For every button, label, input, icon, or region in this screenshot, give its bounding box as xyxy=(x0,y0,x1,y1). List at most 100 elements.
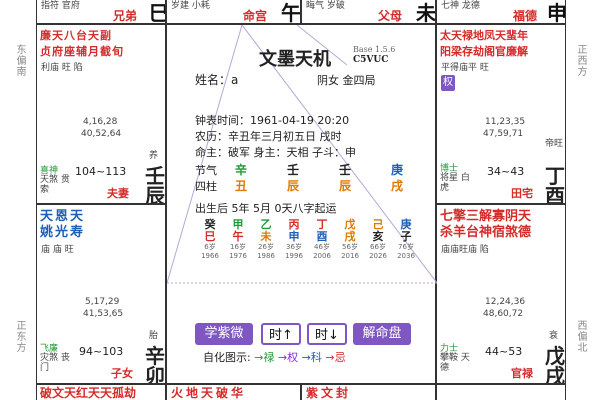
palace-top-3-stars: 晦气 岁破 xyxy=(306,1,345,11)
palace-chen-name: 夫妻 xyxy=(107,187,129,200)
palace-top-1-zhi: 巳 xyxy=(149,3,165,23)
app-version: Base 1.5.6 xyxy=(353,45,396,54)
palace-you-stars-row1: 太天禄地凤天蜚年 xyxy=(440,29,528,42)
palace-you-phase: 帝旺 xyxy=(545,139,564,149)
palace-xu-zhi: 戌 xyxy=(545,364,565,384)
palace-you-ages-1: 11,23,35 xyxy=(485,117,526,127)
dayun-zhi: 戌 xyxy=(344,230,356,243)
palace-chen-zhi: 辰 xyxy=(145,184,165,204)
dayun-col[interactable]: 丁 酉 46岁 2006 xyxy=(307,219,337,261)
palace-mao-name: 子女 xyxy=(111,367,133,380)
pillar-month-stem: 壬 xyxy=(287,163,300,177)
palace-mao-extras: 灾煞 丧门 xyxy=(40,353,70,373)
palace-top-1[interactable]: 指符 官府 兄弟 巳 xyxy=(36,0,166,24)
dayun-col[interactable]: 戊 戌 56岁 2016 xyxy=(335,219,365,261)
dayun-age: 36岁 xyxy=(286,243,302,251)
hour-up-button[interactable]: 时↑ xyxy=(261,323,301,345)
pillar-day-branch: 辰 xyxy=(339,179,352,193)
palace-top-2-zhi: 午 xyxy=(281,1,301,24)
legend-lu: →禄 xyxy=(254,351,275,364)
dayun-zhi: 未 xyxy=(260,230,272,243)
palace-top-1-name: 兄弟 xyxy=(113,9,138,23)
palace-you-sihua-badge: 权 xyxy=(441,75,455,91)
palace-top-3-name: 父母 xyxy=(378,9,403,23)
palace-mao-brightness: 庙 庙 旺 xyxy=(41,245,74,255)
dayun-zhi: 子 xyxy=(400,230,412,243)
dayun-age: 66岁 xyxy=(370,243,386,251)
palace-mao[interactable]: 天恩天 姚光寿 庙 庙 旺 5,17,29 41,53,65 飞廉 灾煞 丧门 … xyxy=(36,204,166,384)
palace-top-3[interactable]: 晦气 岁破 父母 未 xyxy=(301,0,436,24)
palace-mao-stars-row2: 姚光寿 xyxy=(40,225,86,240)
legend-ji: →忌 xyxy=(325,351,346,364)
palace-bottom-3[interactable]: 紫文封 xyxy=(301,384,436,400)
palace-mao-stars-row1: 天恩天 xyxy=(40,209,86,224)
palace-chen-ages-1: 4,16,28 xyxy=(83,117,118,127)
pillar-hour-stem: 庚 xyxy=(391,163,404,177)
palace-top-2-stars: 岁建 小耗 xyxy=(171,1,210,11)
dayun-col[interactable]: 己 亥 66岁 2026 xyxy=(363,219,393,261)
dayun-age: 46岁 xyxy=(314,243,330,251)
palace-xu-stars-row2: 杀羊台神宿煞德 xyxy=(440,225,532,240)
self-transform-legend: 自化图示: →禄 →权 →科 →忌 xyxy=(203,351,346,365)
pillar-month-branch: 辰 xyxy=(287,179,300,193)
dayun-col[interactable]: 丙 申 36岁 1996 xyxy=(279,219,309,261)
palace-xu-stars-row1: 七擎三解寡阴天 xyxy=(440,209,532,224)
palace-top-1-stars: 指符 官府 xyxy=(41,1,80,11)
palace-you[interactable]: 太天禄地凤天蜚年 阳梁存劫阁官廉解 平得庙平 旺 权 11,23,35 47,5… xyxy=(436,24,566,204)
dayun-zhi: 酉 xyxy=(316,230,328,243)
sizhu-label: 四柱 xyxy=(195,180,217,193)
legend-label: 自化图示: xyxy=(203,351,251,364)
dayun-year: 2016 xyxy=(341,252,359,260)
palace-top-2[interactable]: 岁建 小耗 命宫 午 xyxy=(166,0,301,24)
palace-top-4-name: 福德 xyxy=(513,9,538,23)
palace-mao-ages-1: 5,17,29 xyxy=(85,297,120,307)
palace-xu-name: 官禄 xyxy=(511,367,533,380)
palace-you-name: 田宅 xyxy=(511,187,533,200)
palace-chen-range: 104~113 xyxy=(75,165,127,178)
dayun-zhi: 亥 xyxy=(372,230,384,243)
palace-mao-range: 94~103 xyxy=(79,345,124,358)
learn-ziwei-button[interactable]: 学紫微 xyxy=(195,323,253,345)
palace-bottom-1[interactable]: 破文天红天天孤劫 xyxy=(36,384,166,400)
direction-left-bottom: 正东方 xyxy=(14,320,25,353)
palace-you-brightness: 平得庙平 旺 xyxy=(441,63,489,73)
palace-top-4-stars: 七神 龙德 xyxy=(441,1,480,11)
hour-down-button[interactable]: 时↓ xyxy=(307,323,347,345)
palace-xu[interactable]: 七擎三解寡阴天 杀羊台神宿煞德 庙庙旺庙 陷 12,24,36 48,60,72… xyxy=(436,204,566,384)
palace-top-4[interactable]: 七神 龙德 福德 申 xyxy=(436,0,566,24)
dayun-col[interactable]: 甲 午 16岁 1976 xyxy=(223,219,253,261)
dayun-col[interactable]: 癸 巳 6岁 1966 xyxy=(195,219,225,261)
palace-chen-stars-row2: 贞府座辅月截旬 xyxy=(40,45,124,58)
pillar-year-stem: 辛 xyxy=(235,163,248,177)
app-title: 文墨天机 xyxy=(259,49,331,70)
dayun-year: 1996 xyxy=(285,252,303,260)
palace-you-range: 34~43 xyxy=(487,165,525,178)
gender-wuxing: 阴女 金四局 xyxy=(317,74,376,87)
interpret-chart-button[interactable]: 解命盘 xyxy=(353,323,411,345)
direction-right-bottom: 西偏北 xyxy=(575,320,586,353)
qiyun-text: 出生后 5年 5月 0天八字起运 xyxy=(195,202,337,215)
name-field: 姓名：a xyxy=(195,73,239,87)
palace-chen-brightness: 利庙 旺 陷 xyxy=(41,63,83,73)
palace-bottom-4[interactable] xyxy=(436,384,566,400)
dayun-zhi: 申 xyxy=(288,230,300,243)
ming-zhu: 命主：破军 身主：天相 子斗：申 xyxy=(195,146,356,159)
dayun-year: 1976 xyxy=(229,252,247,260)
dayun-year: 1986 xyxy=(257,252,275,260)
palace-top-3-zhi: 未 xyxy=(416,1,436,24)
dayun-zhi: 午 xyxy=(232,230,244,243)
palace-bottom-2-stars: 火地天破华 xyxy=(171,386,247,400)
palace-xu-extras: 攀鞍 天德 xyxy=(440,353,470,373)
dayun-col[interactable]: 乙 未 26岁 1986 xyxy=(251,219,281,261)
palace-top-4-zhi: 申 xyxy=(547,1,566,24)
palace-chen-extras: 天煞 贯索 xyxy=(40,175,70,195)
palace-xu-range: 44~53 xyxy=(485,345,523,358)
palace-you-ages-2: 47,59,71 xyxy=(483,129,524,139)
palace-xu-brightness: 庙庙旺庙 陷 xyxy=(441,245,489,255)
dayun-age: 56岁 xyxy=(342,243,358,251)
dayun-col[interactable]: 庚 子 76岁 2036 xyxy=(391,219,421,261)
palace-chen[interactable]: 廉天八台天副 贞府座辅月截旬 利庙 旺 陷 4,16,28 40,52,64 喜… xyxy=(36,24,166,204)
clock-time: 钟表时间：1961-04-19 20:20 xyxy=(195,114,350,127)
dayun-zhi: 巳 xyxy=(204,230,216,243)
palace-bottom-2[interactable]: 火地天破华 xyxy=(166,384,301,400)
